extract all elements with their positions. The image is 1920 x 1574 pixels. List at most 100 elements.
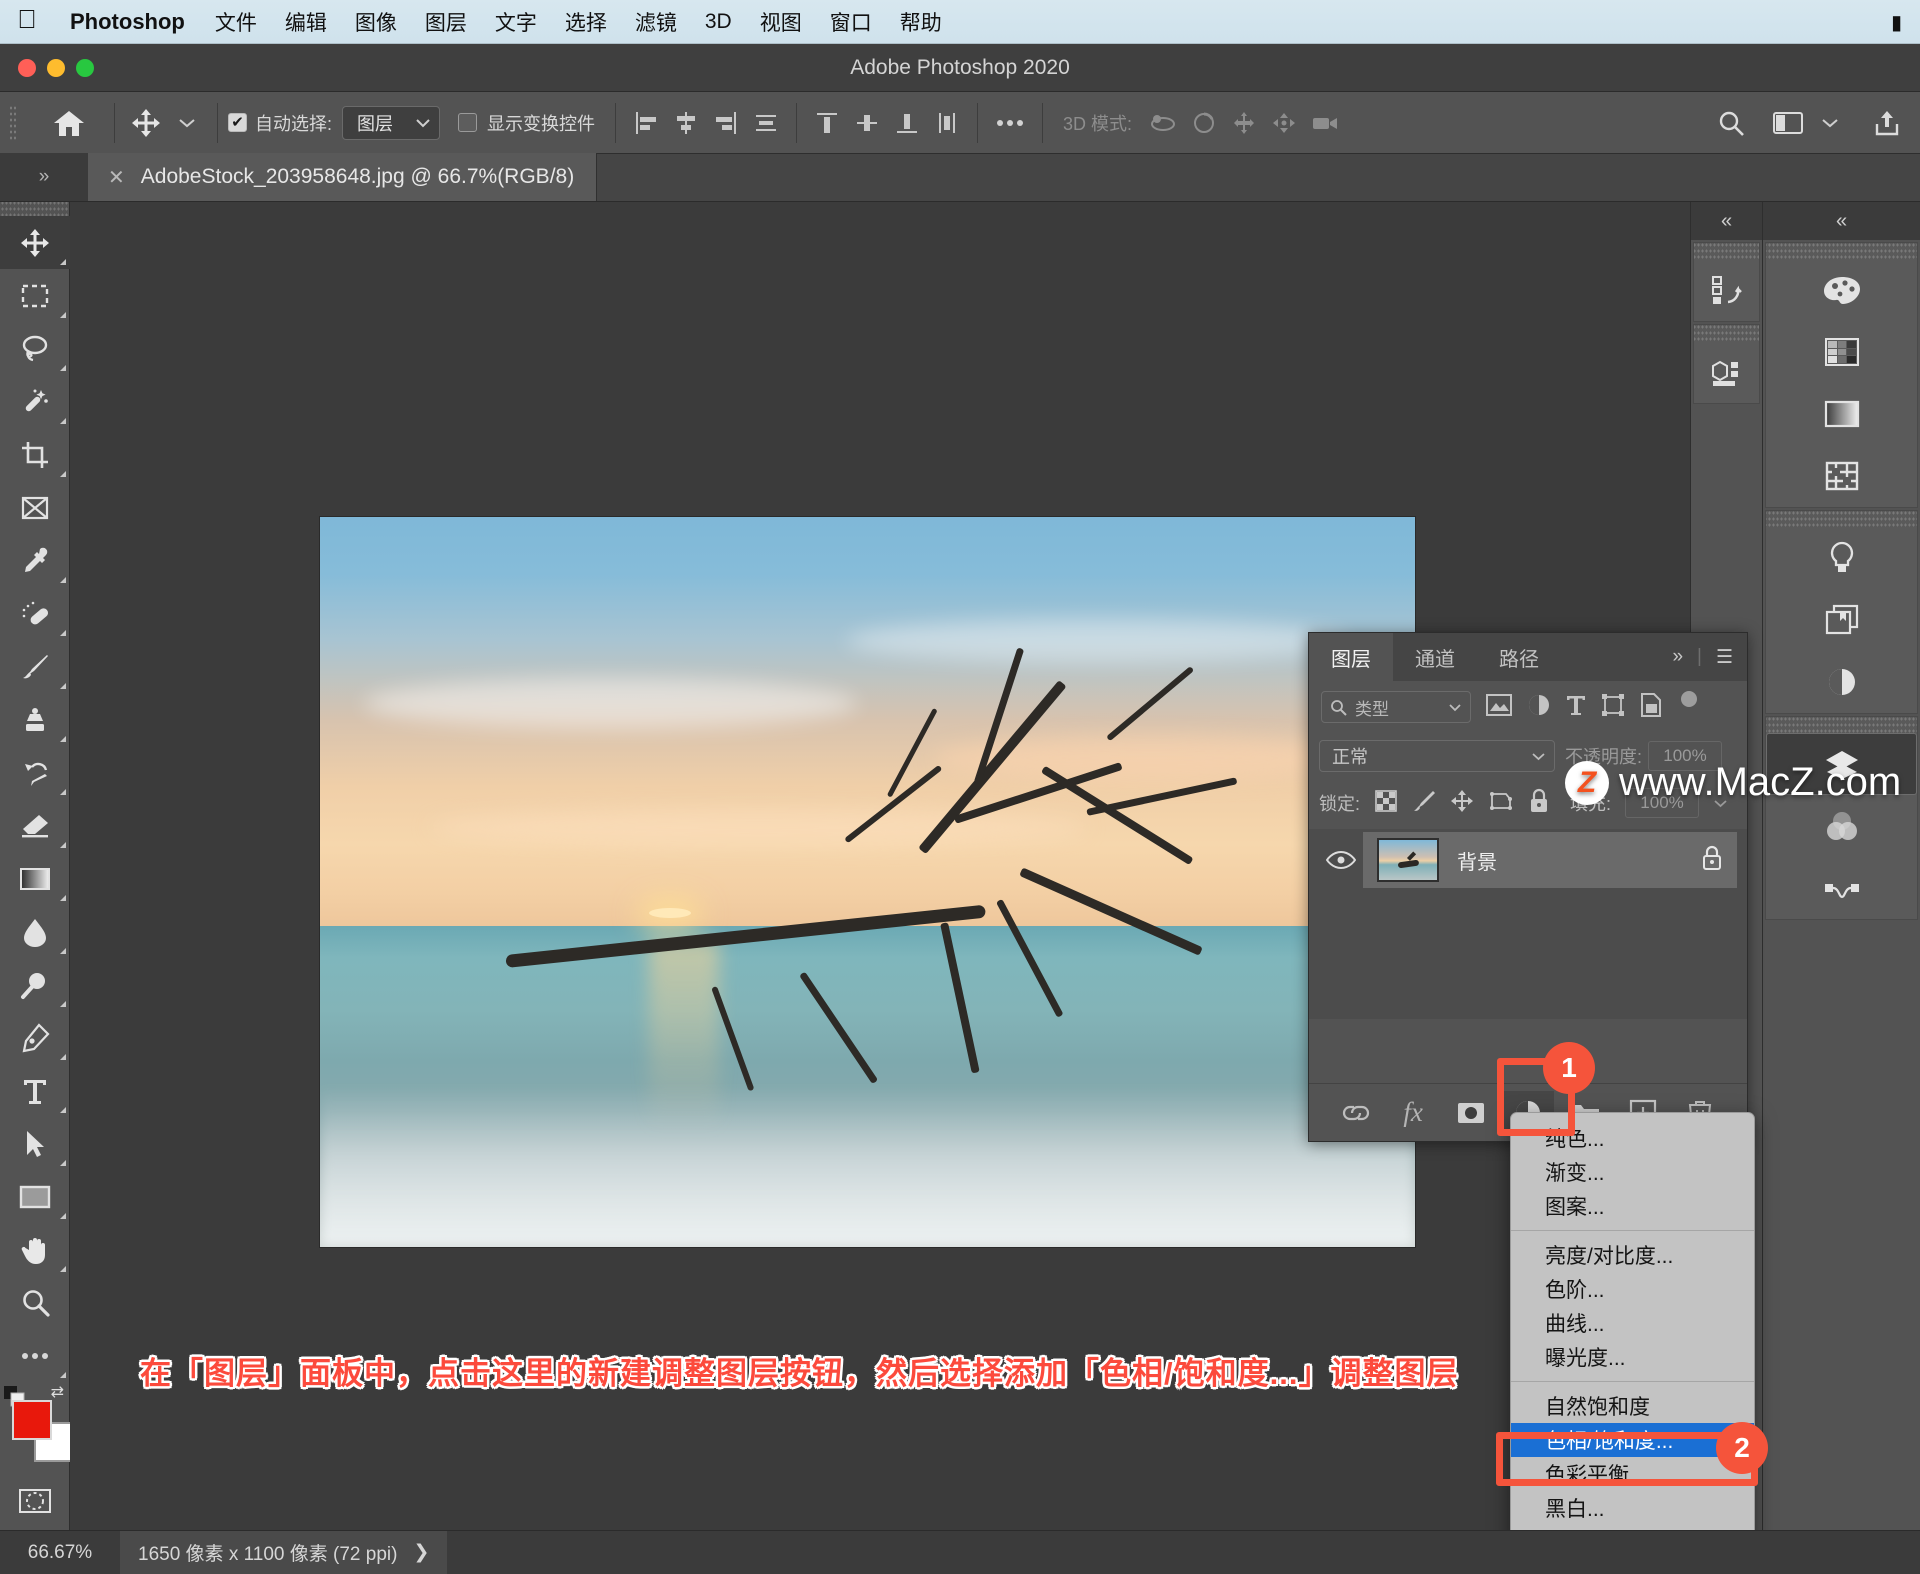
type-tool-icon[interactable] <box>0 1064 70 1117</box>
adjustments-bulb-icon[interactable] <box>1766 527 1917 589</box>
clone-stamp-tool-icon[interactable] <box>0 693 70 746</box>
chevrons-right-icon[interactable]: » <box>1672 646 1683 668</box>
menu-item-type[interactable]: 文字 <box>481 7 551 37</box>
pen-tool-icon[interactable] <box>0 1011 70 1064</box>
libraries-icon[interactable] <box>1766 589 1917 651</box>
path-selection-tool-icon[interactable] <box>0 1117 70 1170</box>
close-window-button[interactable] <box>18 59 36 77</box>
swatches-grid-icon[interactable] <box>1766 321 1917 383</box>
panel-grip[interactable] <box>1694 325 1759 341</box>
chevron-down-icon[interactable] <box>1810 100 1850 146</box>
layers-list[interactable]: 背景 <box>1309 829 1747 1019</box>
move-tool-icon[interactable] <box>0 216 70 269</box>
layer-style-fx-icon[interactable]: fx <box>1387 1091 1439 1135</box>
lock-transparency-icon[interactable] <box>1374 789 1398 818</box>
menu-item-curves[interactable]: 曲线... <box>1511 1306 1754 1340</box>
menu-item-filter[interactable]: 滤镜 <box>621 7 691 37</box>
lock-artboard-icon[interactable] <box>1488 789 1514 818</box>
filter-shape-icon[interactable] <box>1601 693 1625 722</box>
history-icon[interactable] <box>1694 259 1759 321</box>
panel-grip[interactable] <box>1766 511 1917 527</box>
options-bar-grip[interactable] <box>9 104 17 141</box>
eraser-tool-icon[interactable] <box>0 799 70 852</box>
menu-item-image[interactable]: 图像 <box>341 7 411 37</box>
tab-paths[interactable]: 路径 <box>1477 633 1561 681</box>
lock-image-icon[interactable] <box>1412 789 1436 818</box>
document-info[interactable]: 1650 像素 x 1100 像素 (72 ppi) ❯ <box>120 1530 448 1574</box>
filter-toggle-icon[interactable] <box>1677 690 1701 725</box>
link-layers-icon[interactable] <box>1330 1091 1382 1135</box>
menu-item-file[interactable]: 文件 <box>201 7 271 37</box>
crop-tool-icon[interactable] <box>0 428 70 481</box>
brush-tool-icon[interactable] <box>0 640 70 693</box>
chevron-right-icon[interactable]: ❯ <box>413 1541 429 1564</box>
maximize-window-button[interactable] <box>76 59 94 77</box>
close-icon[interactable]: ✕ <box>108 165 125 190</box>
panel-grip[interactable] <box>1766 717 1917 733</box>
share-icon[interactable] <box>1866 100 1908 146</box>
home-icon[interactable] <box>46 100 92 146</box>
layer-filter-select[interactable]: 类型 <box>1321 691 1471 723</box>
layer-thumbnail[interactable] <box>1377 838 1439 882</box>
filter-smart-object-icon[interactable] <box>1639 692 1663 723</box>
panel-menu-icon[interactable]: ☰ <box>1716 646 1733 669</box>
layer-name[interactable]: 背景 <box>1457 846 1497 875</box>
layer-row-body[interactable]: 背景 <box>1363 832 1737 888</box>
lock-position-icon[interactable] <box>1450 789 1474 818</box>
patterns-icon[interactable] <box>1766 445 1917 507</box>
filter-adjustment-icon[interactable] <box>1527 693 1551 722</box>
align-right-icon[interactable] <box>706 100 746 146</box>
blend-mode-select[interactable]: 正常 <box>1319 740 1555 772</box>
tools-panel-grip[interactable] <box>0 202 69 216</box>
arrange-documents-icon[interactable] <box>1766 100 1810 146</box>
menu-item-window[interactable]: 窗口 <box>816 7 886 37</box>
rectangular-marquee-tool-icon[interactable] <box>0 269 70 322</box>
show-transform-checkbox[interactable]: ✔ <box>458 113 478 132</box>
menu-item-3d[interactable]: 3D <box>691 10 746 34</box>
expand-chevrons-icon[interactable]: » <box>0 153 88 201</box>
tab-layers[interactable]: 图层 <box>1309 633 1393 681</box>
menu-item-levels[interactable]: 色阶... <box>1511 1272 1754 1306</box>
healing-brush-tool-icon[interactable] <box>0 587 70 640</box>
magic-wand-tool-icon[interactable] <box>0 375 70 428</box>
frame-tool-icon[interactable] <box>0 481 70 534</box>
gradient-tool-icon[interactable] <box>0 852 70 905</box>
foreground-color-swatch[interactable] <box>12 1400 52 1440</box>
apple-logo-icon[interactable]:  <box>0 6 54 37</box>
new-adjustment-layer-menu[interactable]: 纯色... 渐变... 图案... 亮度/对比度... 色阶... 曲线... … <box>1510 1112 1755 1564</box>
distribute-vertical-icon[interactable] <box>927 100 967 146</box>
filter-pixel-icon[interactable] <box>1485 693 1513 722</box>
ellipsis-icon[interactable] <box>988 100 1032 146</box>
collapse-panels-icon[interactable]: « <box>1763 202 1920 240</box>
auto-select-scope-select[interactable]: 图层 <box>342 105 441 140</box>
align-center-vertical-icon[interactable] <box>847 100 887 146</box>
quick-mask-icon[interactable] <box>0 1474 70 1527</box>
swap-colors-icon[interactable]: ⇄ <box>51 1382 64 1402</box>
panel-grip[interactable] <box>1766 243 1917 259</box>
zoom-tool-icon[interactable] <box>0 1276 70 1329</box>
menu-item-brightness-contrast[interactable]: 亮度/对比度... <box>1511 1238 1754 1272</box>
document-tab[interactable]: ✕ AdobeStock_203958648.jpg @ 66.7%(RGB/8… <box>88 153 598 201</box>
color-palette-icon[interactable] <box>1766 259 1917 321</box>
blur-tool-icon[interactable] <box>0 905 70 958</box>
eye-icon[interactable] <box>1319 850 1363 870</box>
menu-item-view[interactable]: 视图 <box>746 7 816 37</box>
filter-type-icon[interactable] <box>1565 693 1587 722</box>
align-center-horizontal-icon[interactable] <box>666 100 706 146</box>
window-controls[interactable] <box>18 44 94 92</box>
lasso-tool-icon[interactable] <box>0 322 70 375</box>
tab-channels[interactable]: 通道 <box>1393 633 1477 681</box>
eyedropper-tool-icon[interactable] <box>0 534 70 587</box>
rectangle-tool-icon[interactable] <box>0 1170 70 1223</box>
lock-all-icon[interactable] <box>1528 788 1550 819</box>
lock-icon[interactable] <box>1701 845 1723 876</box>
document-image[interactable] <box>320 517 1415 1247</box>
panel-grip[interactable] <box>1694 243 1759 259</box>
align-bottom-icon[interactable] <box>887 100 927 146</box>
layer-row-background[interactable]: 背景 <box>1309 829 1747 891</box>
3d-properties-icon[interactable] <box>1694 341 1759 403</box>
paths-icon[interactable] <box>1766 857 1917 919</box>
align-top-icon[interactable] <box>807 100 847 146</box>
menu-item-edit[interactable]: 编辑 <box>271 7 341 37</box>
menu-item-vibrance[interactable]: 自然饱和度 <box>1511 1389 1754 1423</box>
